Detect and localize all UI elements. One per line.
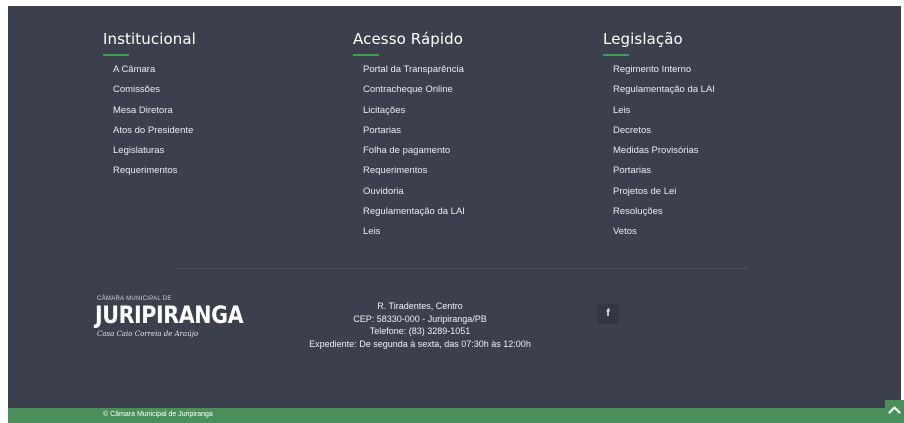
- copyright-bar: © Câmara Municipal de Juripiranga: [8, 408, 901, 423]
- address-phone: Telefone: (83) 3289-1051: [369, 326, 471, 336]
- acesso-link-folha[interactable]: Folha de pagamento: [363, 141, 465, 161]
- back-to-top-button[interactable]: [885, 400, 904, 423]
- legislacao-link-portarias[interactable]: Portarias: [613, 161, 715, 181]
- legislacao-heading: Legislação: [603, 30, 683, 48]
- facebook-button[interactable]: f: [598, 304, 618, 324]
- acesso-rapido-heading: Acesso Rápido: [353, 30, 464, 48]
- institucional-heading: Institucional: [103, 30, 196, 48]
- legislacao-link-medidas[interactable]: Medidas Provisórias: [613, 141, 715, 161]
- chevron-up-icon: [888, 406, 901, 414]
- legislacao-column: Legislação Regimento Interno Regulamenta…: [603, 30, 715, 243]
- copyright-text: © Câmara Municipal de Juripiranga: [103, 411, 213, 418]
- acesso-link-lai[interactable]: Regulamentação da LAI: [363, 202, 465, 222]
- institucional-link-atos[interactable]: Atos do Presidente: [113, 121, 196, 141]
- acesso-rapido-column: Acesso Rápido Portal da Transparência Co…: [353, 30, 465, 243]
- institucional-column: Institucional A Câmara Comissões Mesa Di…: [103, 30, 196, 182]
- camara-logo[interactable]: CÂMARA MUNICIPAL DE JURIPIRANGA Casa Cai…: [95, 296, 244, 342]
- facebook-icon: f: [606, 308, 610, 319]
- address-street: R. Tiradentes, Centro: [377, 301, 463, 311]
- legislacao-link-leis[interactable]: Leis: [613, 101, 715, 121]
- logo-wordmark: JURIPIRANGA: [95, 301, 244, 329]
- heading-underline: [103, 54, 129, 56]
- address-cep: CEP: 58330-000 - Juripiranga/PB: [353, 313, 487, 324]
- logo-script: Casa Caio Correia de Araújo: [97, 330, 199, 338]
- legislacao-link-regimento[interactable]: Regimento Interno: [613, 60, 715, 80]
- legislacao-link-resolucoes[interactable]: Resoluções: [613, 202, 715, 222]
- legislacao-link-decretos[interactable]: Decretos: [613, 121, 715, 141]
- address-hours: Expediente: De segunda à sexta, das 07:3…: [309, 338, 531, 349]
- institucional-link-requerimentos[interactable]: Requerimentos: [113, 161, 196, 181]
- acesso-link-ouvidoria[interactable]: Ouvidoria: [363, 182, 465, 202]
- acesso-link-contracheque[interactable]: Contracheque Online: [363, 80, 465, 100]
- acesso-link-transparencia[interactable]: Portal da Transparência: [363, 60, 465, 80]
- acesso-link-requerimentos[interactable]: Requerimentos: [363, 161, 465, 181]
- institucional-link-mesa-diretora[interactable]: Mesa Diretora: [113, 101, 196, 121]
- institucional-link-camara[interactable]: A Câmara: [113, 60, 196, 80]
- heading-underline: [603, 54, 629, 56]
- acesso-link-leis[interactable]: Leis: [363, 222, 465, 242]
- acesso-link-portarias[interactable]: Portarias: [363, 121, 465, 141]
- legislacao-link-vetos[interactable]: Vetos: [613, 222, 715, 242]
- acesso-link-licitacoes[interactable]: Licitações: [363, 101, 465, 121]
- institucional-link-legislaturas[interactable]: Legislaturas: [113, 141, 196, 161]
- contact-address: R. Tiradentes, Centro CEP: 58330-000 - J…: [280, 300, 560, 350]
- legislacao-link-projetos[interactable]: Projetos de Lei: [613, 182, 715, 202]
- heading-underline: [353, 54, 379, 56]
- legislacao-link-lai[interactable]: Regulamentação da LAI: [613, 80, 715, 100]
- footer-divider: [176, 268, 748, 269]
- institucional-link-comissoes[interactable]: Comissões: [113, 80, 196, 100]
